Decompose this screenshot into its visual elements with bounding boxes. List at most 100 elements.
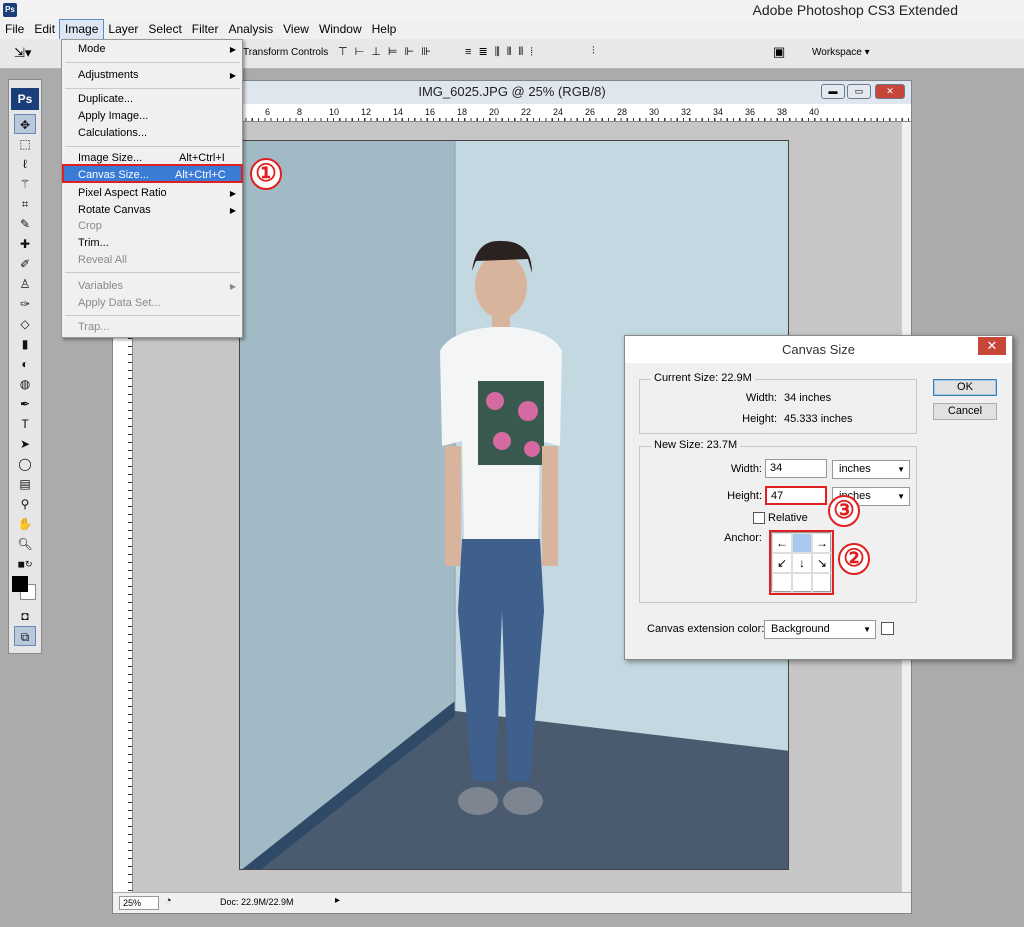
image-menu-dropdown: Mode ▶ Adjustments ▶ Duplicate... Apply … [61, 39, 243, 338]
menu-analysis[interactable]: Analysis [223, 20, 278, 39]
ruler-label: 20 [489, 107, 499, 117]
notes-tool-icon[interactable]: ▤ [14, 474, 36, 494]
menu-image[interactable]: Image [59, 19, 105, 40]
close-icon[interactable]: ✕ [875, 84, 905, 99]
status-menu-icon[interactable]: ◔ [165, 895, 172, 907]
menu-window[interactable]: Window [314, 20, 367, 39]
menu-item-reveal-all: Reveal All [78, 254, 127, 266]
type-tool-icon[interactable]: T [14, 414, 36, 434]
swap-colors-icon[interactable]: ◼↻ [14, 554, 36, 574]
align-icons[interactable]: ⊤ ⊢ ⊥ ⊨ ⊩ ⊪ [338, 45, 433, 58]
menu-item-rotate-canvas[interactable]: Rotate Canvas [78, 204, 151, 216]
menu-item-adjustments[interactable]: Adjustments [78, 69, 139, 81]
menu-separator [65, 88, 240, 89]
slice-tool-icon[interactable]: ✎ [14, 214, 36, 234]
menu-view[interactable]: View [278, 20, 314, 39]
blur-tool-icon[interactable]: ◐ [14, 354, 36, 374]
history-brush-tool-icon[interactable]: ✑ [14, 294, 36, 314]
move-tool-icon[interactable]: ✥ [14, 114, 36, 134]
dodge-tool-icon[interactable]: ◍ [14, 374, 36, 394]
menu-item-image-size[interactable]: Image Size... [78, 152, 142, 164]
document-info: Doc: 22.9M/22.9M [220, 897, 294, 907]
color-swatches[interactable] [9, 574, 39, 602]
callout-3: ③ [828, 495, 860, 527]
submenu-arrow-icon: ▶ [229, 71, 236, 80]
relative-label: Relative [768, 512, 808, 524]
menu-item-pixel-aspect-ratio[interactable]: Pixel Aspect Ratio [78, 187, 167, 199]
move-tool-preset-icon[interactable]: ⇲▾ [14, 45, 31, 61]
distribute-icons[interactable]: ≡ ≣ ⫼ ⫴ ⦀ ⦙ [465, 45, 535, 59]
menu-layer[interactable]: Layer [103, 20, 143, 39]
ruler-label: 10 [329, 107, 339, 117]
menu-item-duplicate[interactable]: Duplicate... [78, 93, 133, 105]
menu-item-trim[interactable]: Trim... [78, 237, 109, 249]
zoom-field[interactable]: 25% [119, 896, 159, 910]
anchor-label: Anchor: [724, 532, 762, 544]
crop-tool-icon[interactable]: ⌗ [14, 194, 36, 214]
menu-item-apply-data-set: Apply Data Set... [78, 297, 161, 309]
menu-edit[interactable]: Edit [29, 20, 60, 39]
eyedropper-tool-icon[interactable]: ⚲ [14, 494, 36, 514]
extension-color-label: Canvas extension color: [647, 623, 765, 635]
height-input[interactable]: 47 [765, 486, 827, 505]
ruler-label: 22 [521, 107, 531, 117]
width-label: Width: [730, 463, 762, 475]
healing-brush-tool-icon[interactable]: ✚ [14, 234, 36, 254]
width-input[interactable]: 34 [765, 459, 827, 478]
ruler-label: 16 [425, 107, 435, 117]
magic-wand-tool-icon[interactable]: ⚚ [14, 174, 36, 194]
minimize-icon[interactable]: ▬ [821, 84, 845, 99]
menu-file[interactable]: File [0, 20, 29, 39]
menu-help[interactable]: Help [367, 20, 402, 39]
path-selection-tool-icon[interactable]: ➤ [14, 434, 36, 454]
app-title: Adobe Photoshop CS3 Extended [752, 2, 959, 18]
workspace-button[interactable]: Workspace ▾ [812, 47, 870, 58]
cancel-button[interactable]: Cancel [933, 403, 997, 420]
gradient-tool-icon[interactable]: ▮ [14, 334, 36, 354]
status-arrow-icon[interactable]: ▸ [335, 895, 340, 906]
current-size-label: Current Size: 22.9M [651, 372, 755, 384]
zoom-tool-icon[interactable]: 🔍︎ [14, 534, 36, 554]
pen-tool-icon[interactable]: ✒ [14, 394, 36, 414]
lasso-tool-icon[interactable]: ℓ [14, 154, 36, 174]
current-height-value: 45.333 inches [784, 413, 853, 425]
quick-mask-icon[interactable]: ◘ [14, 606, 36, 626]
menu-select[interactable]: Select [143, 20, 186, 39]
ruler-label: 36 [745, 107, 755, 117]
relative-checkbox[interactable] [753, 512, 765, 524]
dialog-close-icon[interactable]: ✕ [978, 337, 1006, 355]
hand-tool-icon[interactable]: ✋ [14, 514, 36, 534]
menu-filter[interactable]: Filter [187, 20, 224, 39]
maximize-icon[interactable]: ▭ [847, 84, 871, 99]
extension-color-swatch[interactable] [881, 622, 894, 635]
transform-controls-label[interactable]: Transform Controls [243, 47, 328, 58]
ok-button[interactable]: OK [933, 379, 997, 396]
height-label: Height: [727, 490, 762, 502]
brush-tool-icon[interactable]: ✐ [14, 254, 36, 274]
auto-align-icon[interactable]: ⫶ [592, 45, 595, 58]
menu-separator [65, 146, 240, 147]
ruler-label: 12 [361, 107, 371, 117]
chevron-down-icon: ▼ [863, 625, 871, 634]
width-unit-select[interactable]: inches ▼ [832, 460, 910, 479]
menu-separator [65, 62, 240, 63]
app-logo: Ps [3, 3, 17, 17]
menu-item-canvas-size[interactable]: Canvas Size... [78, 169, 149, 181]
current-size-group: Current Size: 22.9M Width: 34 inches Hei… [639, 372, 917, 434]
menu-item-apply-image[interactable]: Apply Image... [78, 110, 148, 122]
menu-item-calculations[interactable]: Calculations... [78, 127, 147, 139]
file-browser-icon[interactable]: ▣ [773, 44, 785, 60]
submenu-arrow-icon: ▶ [229, 189, 236, 198]
ruler-label: 26 [585, 107, 595, 117]
screen-mode-icon[interactable]: ⧉ [14, 626, 36, 646]
shape-tool-icon[interactable]: ◯ [14, 454, 36, 474]
extension-color-select[interactable]: Background ▼ [764, 620, 876, 639]
clone-stamp-tool-icon[interactable]: ♙ [14, 274, 36, 294]
menu-item-variables: Variables [78, 280, 124, 292]
foreground-color-swatch[interactable] [12, 576, 28, 592]
dialog-title: Canvas Size [625, 336, 1012, 363]
tools-panel: Ps ✥ ⬚ ℓ ⚚ ⌗ ✎ ✚ ✐ ♙ ✑ ◇ ▮ ◐ ◍ ✒ T ➤ ◯ ▤… [8, 79, 42, 654]
menu-item-mode[interactable]: Mode [78, 43, 106, 55]
marquee-tool-icon[interactable]: ⬚ [14, 134, 36, 154]
eraser-tool-icon[interactable]: ◇ [14, 314, 36, 334]
